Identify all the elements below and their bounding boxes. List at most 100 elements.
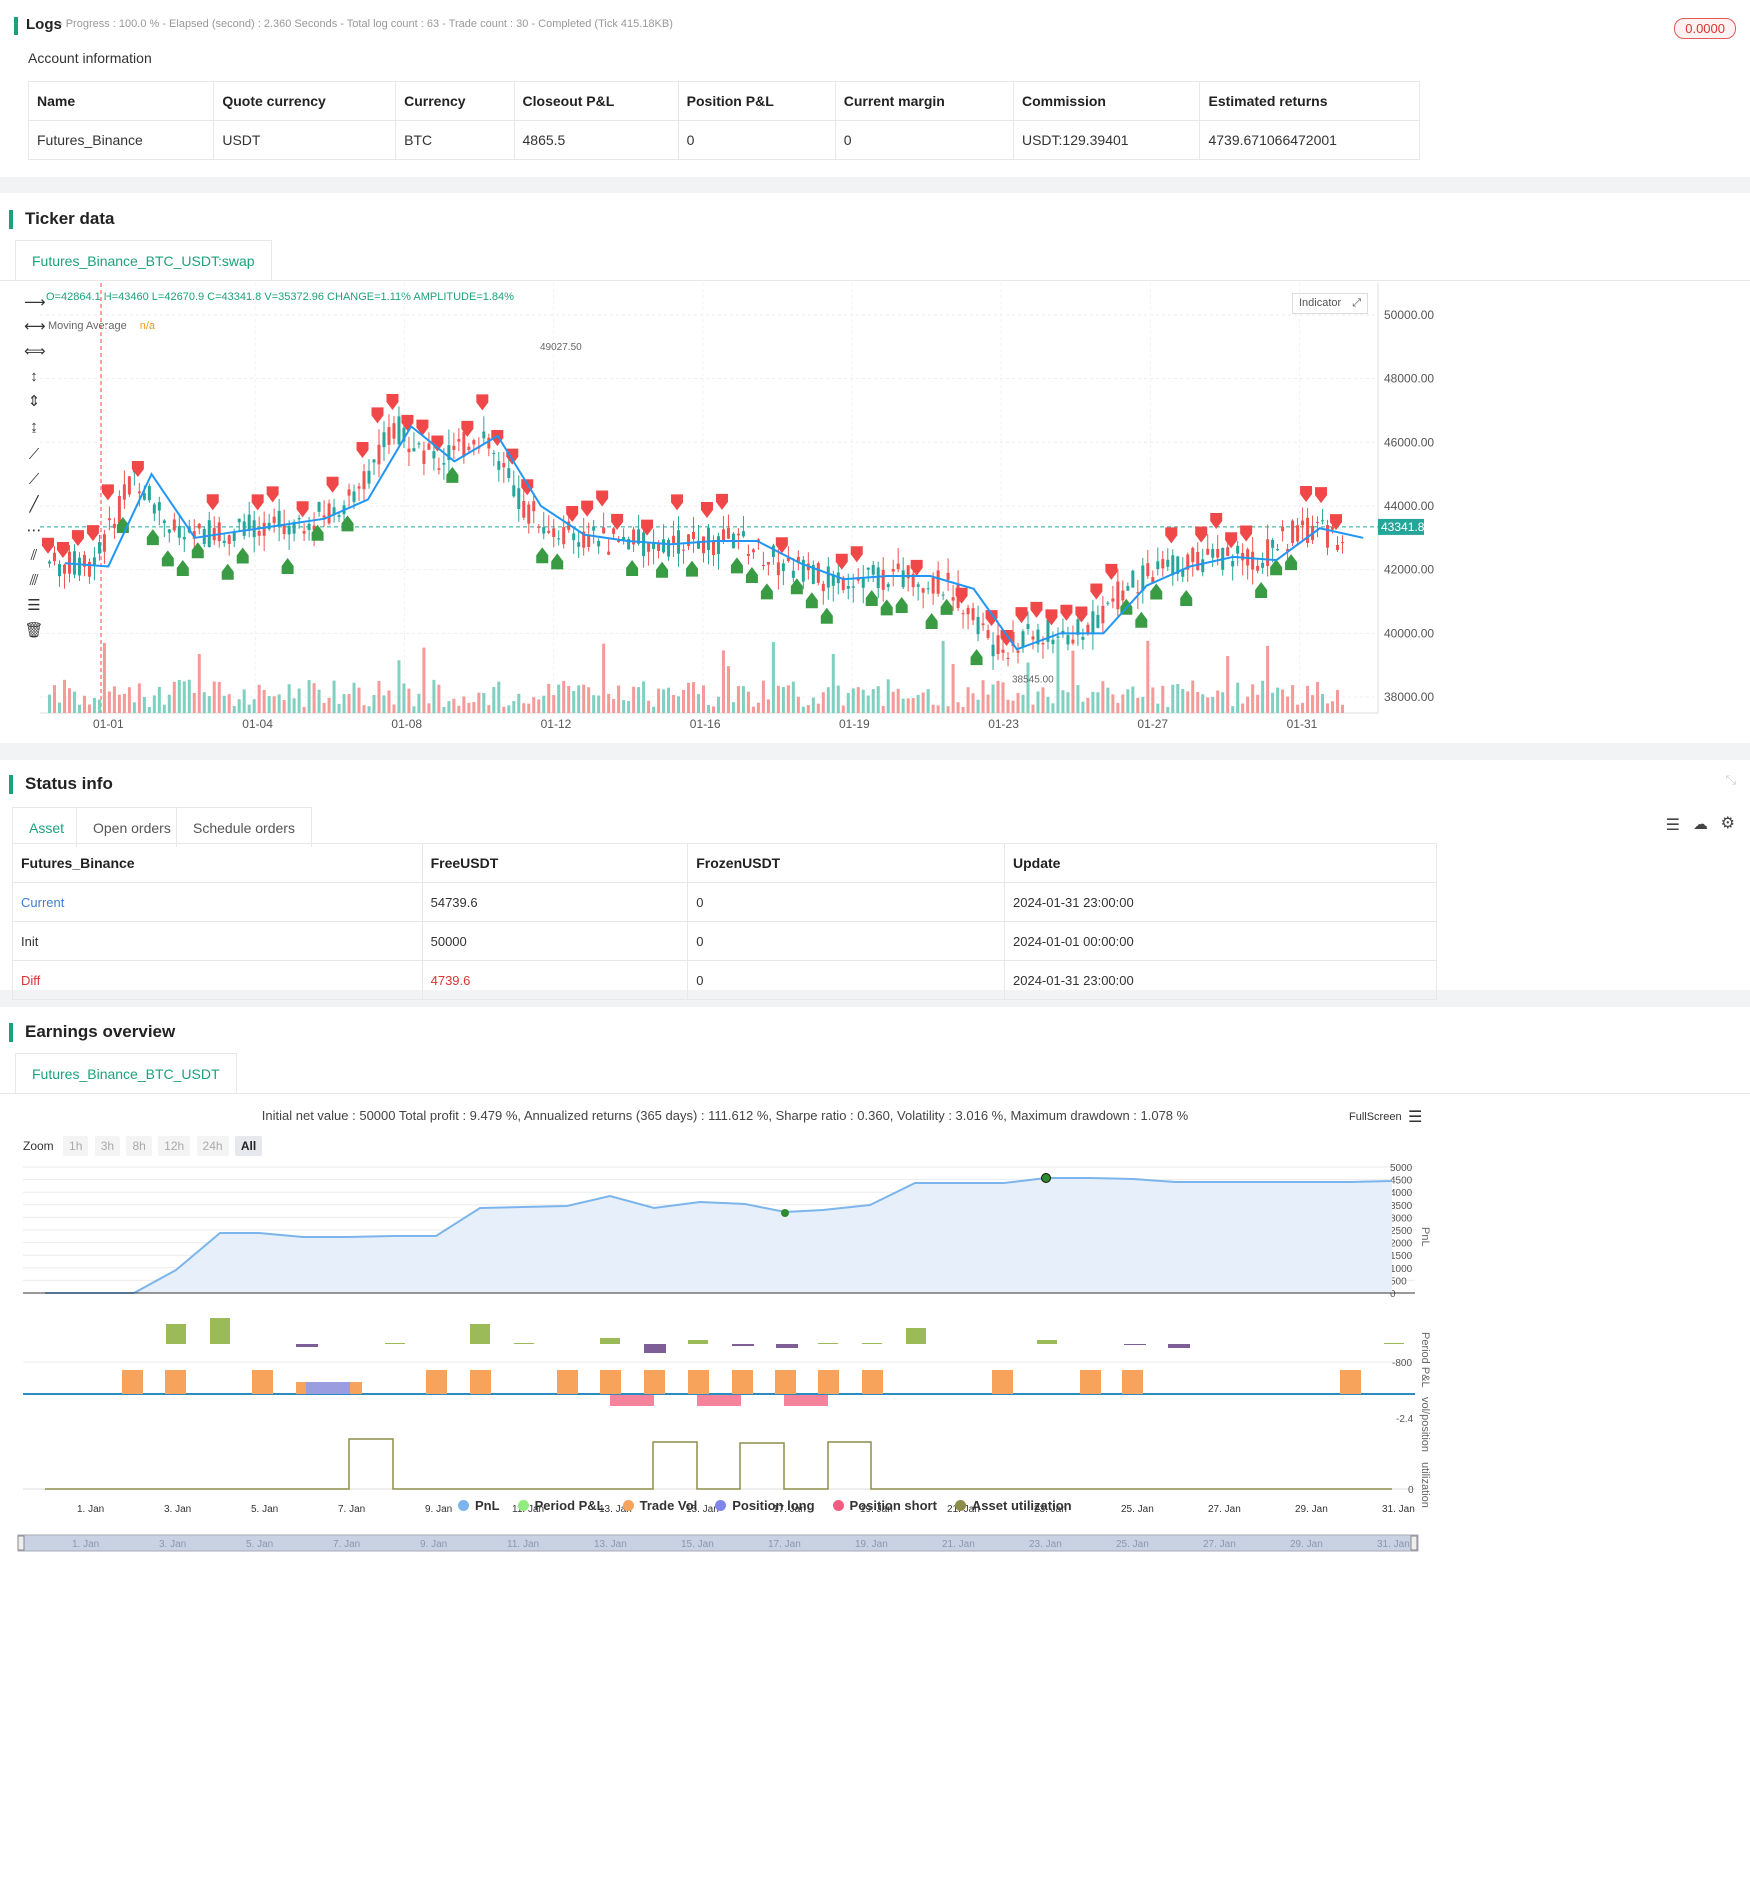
volume-bar — [796, 696, 800, 713]
volume-bar — [222, 695, 226, 713]
trade-vol-bar — [862, 1370, 883, 1394]
table-cell: Init — [12, 921, 423, 961]
zoom-3h[interactable]: 3h — [94, 1136, 121, 1156]
legend-label: PnL — [475, 1498, 500, 1513]
navigator-tick: 5. Jan — [246, 1539, 273, 1550]
candle-body — [941, 594, 945, 596]
volume-bar — [192, 692, 196, 713]
candle-body — [542, 527, 546, 534]
ma-point — [280, 524, 282, 526]
ma-point — [1059, 632, 1061, 634]
volume-bar — [602, 643, 606, 713]
volume-bar — [262, 689, 266, 713]
candle-body — [122, 484, 126, 500]
sell-signal-marker — [206, 494, 219, 511]
buy-signal-marker — [536, 547, 549, 564]
sell-signal-marker — [1015, 607, 1028, 624]
candle-body — [347, 489, 351, 496]
menu-icon[interactable]: ☰ — [1408, 1107, 1422, 1127]
legend-item[interactable]: Period P&L — [517, 1498, 605, 1513]
candle-body — [522, 501, 526, 518]
candle-body — [1086, 624, 1090, 634]
volume-bar — [247, 704, 251, 713]
volume-bar — [97, 699, 101, 713]
collapse-icon[interactable]: ⤡ — [1726, 772, 1736, 788]
x-tick-label: 3. Jan — [164, 1504, 191, 1515]
volume-bar — [592, 695, 596, 713]
earnings-legend: PnL Period P&L Trade Vol Position long Posit… — [458, 1497, 1090, 1515]
candle-body — [442, 462, 446, 465]
candle-body — [1171, 555, 1175, 576]
volume-bar — [1051, 703, 1055, 713]
tab-asset[interactable]: Asset — [12, 807, 82, 847]
volume-bar — [1251, 684, 1255, 713]
period-pnl-bar — [385, 1343, 405, 1344]
volume-bar — [1006, 699, 1010, 713]
volume-bar — [756, 702, 760, 713]
zoom-all[interactable]: All — [234, 1136, 263, 1156]
volume-bar — [991, 684, 995, 713]
candle-body — [751, 549, 755, 553]
earnings-panel: Earnings overview Futures_Binance_BTC_US… — [0, 1007, 1750, 1892]
zoom-24h[interactable]: 24h — [196, 1136, 229, 1156]
candle-body — [1331, 526, 1335, 530]
trade-vol-bar — [557, 1370, 578, 1394]
candle-body — [407, 448, 411, 453]
legend-item[interactable]: Position short — [832, 1498, 937, 1513]
candle-body — [662, 539, 666, 553]
candle-body — [976, 616, 980, 635]
trade-vol-bar — [426, 1370, 447, 1394]
volume-bar — [512, 701, 516, 713]
ticker-tab[interactable]: Futures_Binance_BTC_USDT:swap — [15, 240, 272, 280]
fullscreen-button[interactable]: FullScreen — [1349, 1111, 1402, 1123]
cloud-upload-icon[interactable]: ☁ — [1693, 815, 1708, 833]
candle-body — [736, 533, 740, 536]
earnings-chart[interactable]: 5000450040003500300025002000150010005000… — [0, 1157, 1450, 1892]
legend-item[interactable]: Trade Vol — [622, 1498, 697, 1513]
volume-bar — [282, 700, 286, 713]
volume-bar — [217, 681, 221, 713]
candle-body — [57, 564, 61, 577]
candle-body — [97, 542, 101, 554]
candle-body — [322, 515, 326, 518]
period-pnl-bar — [1124, 1344, 1146, 1345]
y-tick-label: 4500 — [1390, 1176, 1413, 1187]
candle-body — [881, 569, 885, 590]
candle-body — [1081, 636, 1085, 640]
table-cell: 0 — [687, 882, 1006, 922]
ma-point — [324, 518, 326, 520]
earnings-tab[interactable]: Futures_Binance_BTC_USDT — [15, 1053, 237, 1093]
volume-bar — [1256, 694, 1260, 713]
volume-bar — [417, 693, 421, 713]
sell-signal-marker — [356, 442, 369, 459]
list-icon[interactable]: ☰ — [1666, 815, 1680, 835]
volume-bar — [597, 695, 601, 713]
candle-body — [77, 557, 81, 576]
legend-item[interactable]: PnL — [458, 1498, 500, 1513]
tab-open-orders[interactable]: Open orders — [76, 807, 188, 847]
zoom-8h[interactable]: 8h — [126, 1136, 152, 1156]
sell-signal-marker — [581, 500, 594, 517]
volume-bar — [122, 693, 126, 713]
volume-bar — [1291, 685, 1295, 713]
volume-bar — [1056, 639, 1060, 713]
period-pnl-bar — [514, 1343, 534, 1344]
ma-point — [1319, 527, 1321, 529]
volume-bar — [367, 706, 371, 713]
volume-bar — [981, 680, 985, 713]
candle-body — [1001, 649, 1005, 653]
legend-item[interactable]: Position long — [715, 1498, 815, 1513]
price-chart[interactable]: 50000.00 48000.00 46000.00 44000.00 42000.00… — [0, 283, 1750, 743]
candle-body — [48, 561, 51, 564]
candle-body — [706, 527, 710, 550]
sell-signal-marker — [566, 505, 579, 522]
zoom-1h[interactable]: 1h — [63, 1136, 89, 1156]
settings-icon[interactable]: ⚙ — [1721, 813, 1735, 833]
legend-item[interactable]: Asset utilization — [954, 1498, 1072, 1513]
trade-vol-bar — [1340, 1370, 1361, 1394]
candle-body — [147, 485, 151, 501]
candle-body — [607, 551, 611, 555]
zoom-12h[interactable]: 12h — [158, 1136, 191, 1156]
volume-bar — [62, 679, 66, 713]
tab-schedule-orders[interactable]: Schedule orders — [176, 807, 312, 847]
